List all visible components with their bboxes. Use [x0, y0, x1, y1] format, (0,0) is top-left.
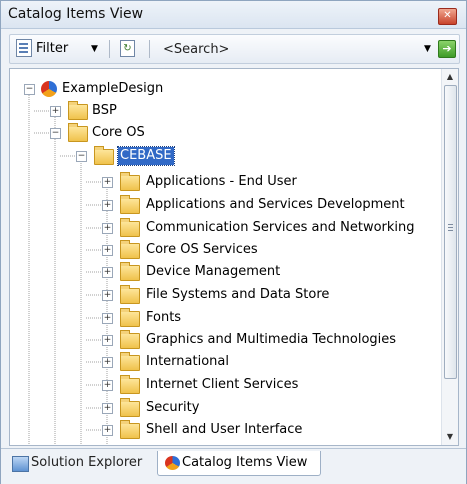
tree-node-label: Core OS Services: [146, 242, 258, 257]
folder-icon: [94, 146, 114, 165]
search-dropdown-icon[interactable]: ▼: [424, 39, 431, 59]
tree-node-label: ExampleDesign: [62, 81, 164, 96]
folder-icon: [120, 330, 140, 349]
folder-icon: [120, 352, 140, 371]
expand-icon[interactable]: +: [102, 425, 113, 436]
expand-icon[interactable]: +: [102, 200, 113, 211]
tree-node-label: Internet Client Services: [146, 377, 299, 392]
vertical-scrollbar[interactable]: ▲ ▼: [441, 69, 458, 445]
folder-icon: [68, 101, 88, 120]
title-bar: Catalog Items View ✕: [1, 1, 466, 29]
expand-icon[interactable]: +: [102, 245, 113, 256]
tab-label: Solution Explorer: [31, 455, 143, 470]
catalog-items-view-window: Catalog Items View ✕ Filter ▼ ↻ ▼ ➔: [0, 0, 467, 484]
expand-icon[interactable]: +: [102, 267, 113, 278]
toolbar: Filter ▼ ↻ ▼ ➔: [9, 34, 460, 64]
tree-node-label: Shell and User Interface: [146, 422, 303, 437]
filter-dropdown-icon[interactable]: ▼: [91, 39, 98, 59]
collapse-icon[interactable]: −: [50, 128, 61, 139]
tree-node-label: Fonts: [146, 310, 182, 325]
design-globe-icon: [165, 456, 180, 470]
tree-node-label: Security: [146, 400, 200, 415]
tab-catalog-items-view[interactable]: Catalog Items View: [157, 451, 321, 476]
tab-label: Catalog Items View: [182, 455, 308, 470]
filter-button[interactable]: Filter: [36, 39, 68, 59]
expand-icon[interactable]: +: [102, 380, 113, 391]
tree-node-label: Graphics and Multimedia Technologies: [146, 332, 397, 347]
folder-icon: [120, 172, 140, 191]
refresh-icon[interactable]: ↻: [120, 40, 135, 57]
solution-explorer-icon: [12, 456, 29, 472]
expand-icon[interactable]: +: [102, 335, 113, 346]
bottom-tab-strip: Solution Explorer Catalog Items View: [1, 448, 466, 484]
tree-node-label: Communication Services and Networking: [146, 220, 415, 235]
tab-solution-explorer[interactable]: Solution Explorer: [7, 451, 157, 475]
scroll-down-icon[interactable]: ▼: [442, 429, 458, 445]
go-arrow-icon[interactable]: ➔: [438, 40, 456, 58]
tree-node-label: Device Management: [146, 264, 281, 279]
search-input[interactable]: [163, 39, 419, 59]
tree-node-label: File Systems and Data Store: [146, 287, 330, 302]
expand-icon[interactable]: +: [102, 290, 113, 301]
tree-node-label: International: [146, 354, 229, 369]
filter-icon[interactable]: [16, 39, 32, 57]
collapse-icon[interactable]: −: [76, 151, 87, 162]
tree-node-label-selected: CEBASE: [117, 146, 175, 166]
toolbar-separator: [109, 40, 110, 58]
close-button[interactable]: ✕: [438, 8, 457, 25]
expand-icon[interactable]: +: [102, 313, 113, 324]
tree-node-label: Applications - End User: [146, 174, 297, 189]
catalog-tree[interactable]: − ExampleDesign + BSP − Core OS − CEBASE…: [9, 68, 459, 446]
folder-icon: [120, 262, 140, 281]
folder-icon: [120, 240, 140, 259]
folder-icon: [120, 218, 140, 237]
folder-icon: [120, 195, 140, 214]
toolbar-separator: [149, 40, 150, 58]
scrollbar-thumb[interactable]: [444, 85, 457, 379]
folder-icon: [68, 123, 88, 142]
design-globe-icon: [41, 81, 57, 97]
folder-icon: [120, 308, 140, 327]
expand-icon[interactable]: +: [50, 106, 61, 117]
folder-icon: [120, 398, 140, 417]
tree-node-label: Core OS: [92, 125, 145, 140]
folder-icon: [120, 420, 140, 439]
expand-icon[interactable]: +: [102, 403, 113, 414]
expand-icon[interactable]: +: [102, 177, 113, 188]
collapse-icon[interactable]: −: [24, 84, 35, 95]
scroll-up-icon[interactable]: ▲: [442, 69, 458, 85]
tree-node-label: Applications and Services Development: [146, 197, 405, 212]
expand-icon[interactable]: +: [102, 223, 113, 234]
window-title: Catalog Items View: [8, 6, 144, 22]
folder-icon: [120, 285, 140, 304]
folder-icon: [120, 375, 140, 394]
expand-icon[interactable]: +: [102, 357, 113, 368]
tree-node-label: BSP: [92, 103, 117, 118]
